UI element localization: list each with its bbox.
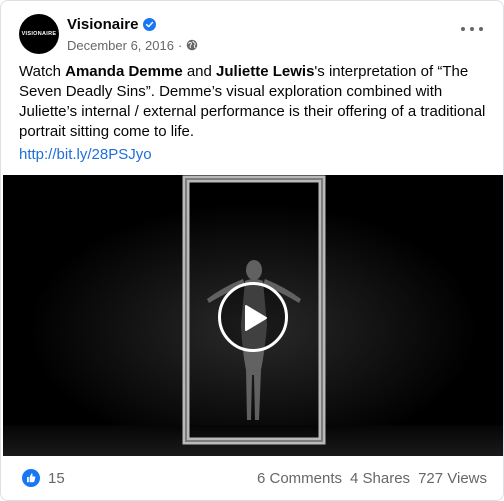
post-link[interactable]: http://bit.ly/28PSJyo (19, 145, 152, 165)
play-icon (245, 305, 267, 331)
more-dot-icon (461, 27, 465, 31)
comments-count[interactable]: 6 Comments (257, 470, 342, 487)
meta-separator: · (177, 37, 183, 53)
date-row: December 6, 2016 · (67, 37, 198, 53)
mention-juliette-lewis[interactable]: Juliette Lewis (216, 63, 314, 80)
play-button[interactable] (218, 282, 288, 352)
avatar-logo-text: VISIONAIRE (21, 31, 57, 37)
more-dot-icon (470, 27, 474, 31)
post-header: VISIONAIRE Visionaire December 6, 2016 · (19, 14, 198, 54)
page-name-link[interactable]: Visionaire (67, 16, 138, 33)
views-count: 727 Views (418, 469, 487, 487)
post-card: VISIONAIRE Visionaire December 6, 2016 · (0, 0, 504, 501)
page-avatar[interactable]: VISIONAIRE (19, 14, 59, 54)
name-row: Visionaire (67, 15, 198, 34)
engagement-stats: 6 Comments 4 Shares 727 Views (249, 470, 487, 487)
globe-icon[interactable] (186, 39, 198, 51)
like-count[interactable]: 15 (48, 470, 65, 487)
shares-count[interactable]: 4 Shares (350, 470, 410, 487)
post-text-segment: and (182, 63, 217, 80)
more-options-button[interactable] (461, 20, 483, 38)
like-thumb-icon[interactable] (22, 469, 40, 487)
mention-amanda-demme[interactable]: Amanda Demme (65, 63, 183, 80)
post-meta: Visionaire December 6, 2016 · (67, 15, 198, 53)
more-dot-icon (479, 27, 483, 31)
post-date-link[interactable]: December 6, 2016 (67, 38, 174, 53)
post-text: Watch Amanda Demme and Juliette Lewis's … (19, 62, 489, 142)
engagement-bar: 15 6 Comments 4 Shares 727 Views (1, 456, 503, 500)
verified-badge-icon (143, 18, 157, 31)
post-text-segment: Watch (19, 63, 66, 80)
